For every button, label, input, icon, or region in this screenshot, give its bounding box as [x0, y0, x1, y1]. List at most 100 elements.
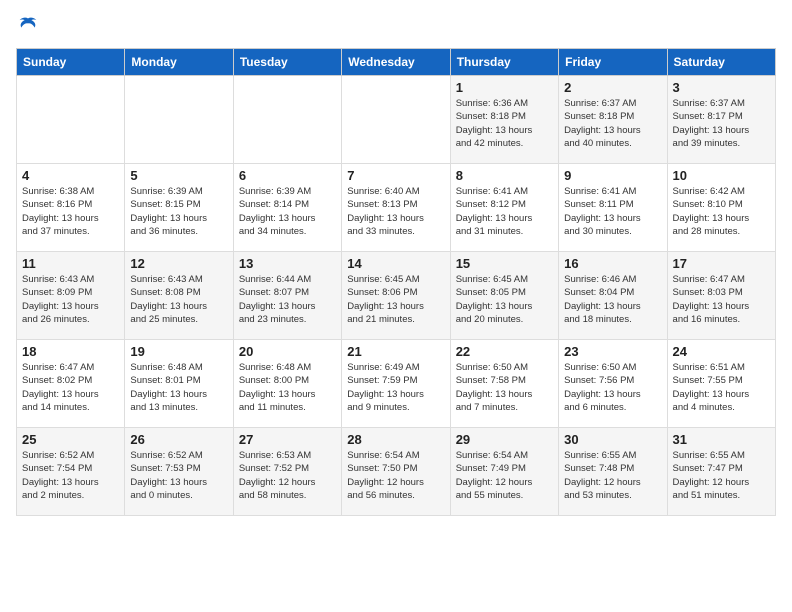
day-cell-6: 6 Sunrise: 6:39 AM Sunset: 8:14 PM Daylig… — [233, 164, 341, 252]
empty-cell — [125, 76, 233, 164]
day-cell-27: 27Sunrise: 6:53 AM Sunset: 7:52 PM Dayli… — [233, 428, 341, 516]
week-row-4: 18 Sunrise: 6:47 AM Sunset: 8:02 PM Dayli… — [17, 340, 776, 428]
day-cell-14: 14 Sunrise: 6:45 AM Sunset: 8:06 PM Dayli… — [342, 252, 450, 340]
day-cell-12: 12 Sunrise: 6:43 AM Sunset: 8:08 PM Dayli… — [125, 252, 233, 340]
day-info: Sunrise: 6:51 AM Sunset: 7:55 PM Dayligh… — [673, 361, 770, 414]
day-info: Sunrise: 6:41 AM Sunset: 8:11 PM Dayligh… — [564, 185, 661, 238]
day-number: 30 — [564, 432, 661, 447]
day-cell-4: 4 Sunrise: 6:38 AM Sunset: 8:16 PM Daylig… — [17, 164, 125, 252]
day-number: 28 — [347, 432, 444, 447]
day-info: Sunrise: 6:45 AM Sunset: 8:06 PM Dayligh… — [347, 273, 444, 326]
day-number: 19 — [130, 344, 227, 359]
day-number: 25 — [22, 432, 119, 447]
day-cell-5: 5 Sunrise: 6:39 AM Sunset: 8:15 PM Daylig… — [125, 164, 233, 252]
day-cell-3: 3 Sunrise: 6:37 AM Sunset: 8:17 PM Daylig… — [667, 76, 775, 164]
day-number: 16 — [564, 256, 661, 271]
day-cell-28: 28 Sunrise: 6:54 AM Sunset: 7:50 PM Dayli… — [342, 428, 450, 516]
day-cell-31: 31 Sunrise: 6:55 AM Sunset: 7:47 PM Dayli… — [667, 428, 775, 516]
day-number: 21 — [347, 344, 444, 359]
day-info: Sunrise: 6:47 AM Sunset: 8:02 PM Dayligh… — [22, 361, 119, 414]
day-number: 1 — [456, 80, 553, 95]
day-cell-16: 16 Sunrise: 6:46 AM Sunset: 8:04 PM Dayli… — [559, 252, 667, 340]
day-number: 15 — [456, 256, 553, 271]
day-info: Sunrise: 6:36 AM Sunset: 8:18 PM Dayligh… — [456, 97, 553, 150]
day-number: 24 — [673, 344, 770, 359]
header — [16, 16, 776, 36]
day-info: Sunrise: 6:39 AM Sunset: 8:15 PM Dayligh… — [130, 185, 227, 238]
day-number: 11 — [22, 256, 119, 271]
day-number: 12 — [130, 256, 227, 271]
empty-cell — [17, 76, 125, 164]
logo-bird-icon — [18, 16, 38, 36]
day-number: 18 — [22, 344, 119, 359]
day-info: Sunrise: 6:55 AM Sunset: 7:47 PM Dayligh… — [673, 449, 770, 502]
day-cell-29: 29 Sunrise: 6:54 AM Sunset: 7:49 PM Dayli… — [450, 428, 558, 516]
day-header-monday: Monday — [125, 49, 233, 76]
day-number: 13 — [239, 256, 336, 271]
week-row-3: 11 Sunrise: 6:43 AM Sunset: 8:09 PM Dayli… — [17, 252, 776, 340]
day-number: 5 — [130, 168, 227, 183]
header-row: SundayMondayTuesdayWednesdayThursdayFrid… — [17, 49, 776, 76]
day-info: Sunrise: 6:44 AM Sunset: 8:07 PM Dayligh… — [239, 273, 336, 326]
day-number: 20 — [239, 344, 336, 359]
calendar-table: SundayMondayTuesdayWednesdayThursdayFrid… — [16, 48, 776, 516]
day-info: Sunrise: 6:52 AM Sunset: 7:54 PM Dayligh… — [22, 449, 119, 502]
day-info: Sunrise: 6:37 AM Sunset: 8:18 PM Dayligh… — [564, 97, 661, 150]
week-row-1: 1 Sunrise: 6:36 AM Sunset: 8:18 PM Daylig… — [17, 76, 776, 164]
week-row-5: 25 Sunrise: 6:52 AM Sunset: 7:54 PM Dayli… — [17, 428, 776, 516]
day-cell-8: 8 Sunrise: 6:41 AM Sunset: 8:12 PM Daylig… — [450, 164, 558, 252]
day-cell-18: 18 Sunrise: 6:47 AM Sunset: 8:02 PM Dayli… — [17, 340, 125, 428]
day-number: 29 — [456, 432, 553, 447]
day-cell-13: 13 Sunrise: 6:44 AM Sunset: 8:07 PM Dayli… — [233, 252, 341, 340]
day-info: Sunrise: 6:53 AM Sunset: 7:52 PM Dayligh… — [239, 449, 336, 502]
day-cell-11: 11 Sunrise: 6:43 AM Sunset: 8:09 PM Dayli… — [17, 252, 125, 340]
day-info: Sunrise: 6:43 AM Sunset: 8:09 PM Dayligh… — [22, 273, 119, 326]
logo — [16, 16, 38, 36]
day-header-wednesday: Wednesday — [342, 49, 450, 76]
day-cell-22: 22Sunrise: 6:50 AM Sunset: 7:58 PM Dayli… — [450, 340, 558, 428]
day-cell-20: 20Sunrise: 6:48 AM Sunset: 8:00 PM Dayli… — [233, 340, 341, 428]
day-info: Sunrise: 6:50 AM Sunset: 7:56 PM Dayligh… — [564, 361, 661, 414]
day-cell-2: 2Sunrise: 6:37 AM Sunset: 8:18 PM Daylig… — [559, 76, 667, 164]
day-info: Sunrise: 6:52 AM Sunset: 7:53 PM Dayligh… — [130, 449, 227, 502]
day-info: Sunrise: 6:41 AM Sunset: 8:12 PM Dayligh… — [456, 185, 553, 238]
day-cell-25: 25 Sunrise: 6:52 AM Sunset: 7:54 PM Dayli… — [17, 428, 125, 516]
day-number: 14 — [347, 256, 444, 271]
day-number: 4 — [22, 168, 119, 183]
day-number: 8 — [456, 168, 553, 183]
day-header-saturday: Saturday — [667, 49, 775, 76]
day-cell-30: 30 Sunrise: 6:55 AM Sunset: 7:48 PM Dayli… — [559, 428, 667, 516]
day-number: 23 — [564, 344, 661, 359]
day-info: Sunrise: 6:40 AM Sunset: 8:13 PM Dayligh… — [347, 185, 444, 238]
day-info: Sunrise: 6:38 AM Sunset: 8:16 PM Dayligh… — [22, 185, 119, 238]
day-info: Sunrise: 6:48 AM Sunset: 8:01 PM Dayligh… — [130, 361, 227, 414]
day-number: 31 — [673, 432, 770, 447]
day-cell-21: 21Sunrise: 6:49 AM Sunset: 7:59 PM Dayli… — [342, 340, 450, 428]
day-info: Sunrise: 6:55 AM Sunset: 7:48 PM Dayligh… — [564, 449, 661, 502]
day-info: Sunrise: 6:54 AM Sunset: 7:50 PM Dayligh… — [347, 449, 444, 502]
day-cell-26: 26 Sunrise: 6:52 AM Sunset: 7:53 PM Dayli… — [125, 428, 233, 516]
day-info: Sunrise: 6:42 AM Sunset: 8:10 PM Dayligh… — [673, 185, 770, 238]
day-cell-9: 9 Sunrise: 6:41 AM Sunset: 8:11 PM Daylig… — [559, 164, 667, 252]
day-number: 9 — [564, 168, 661, 183]
day-number: 17 — [673, 256, 770, 271]
day-info: Sunrise: 6:54 AM Sunset: 7:49 PM Dayligh… — [456, 449, 553, 502]
day-header-friday: Friday — [559, 49, 667, 76]
day-info: Sunrise: 6:47 AM Sunset: 8:03 PM Dayligh… — [673, 273, 770, 326]
day-cell-15: 15Sunrise: 6:45 AM Sunset: 8:05 PM Dayli… — [450, 252, 558, 340]
day-number: 26 — [130, 432, 227, 447]
day-header-tuesday: Tuesday — [233, 49, 341, 76]
day-info: Sunrise: 6:46 AM Sunset: 8:04 PM Dayligh… — [564, 273, 661, 326]
day-cell-10: 10 Sunrise: 6:42 AM Sunset: 8:10 PM Dayli… — [667, 164, 775, 252]
day-number: 10 — [673, 168, 770, 183]
week-row-2: 4 Sunrise: 6:38 AM Sunset: 8:16 PM Daylig… — [17, 164, 776, 252]
day-number: 7 — [347, 168, 444, 183]
day-number: 6 — [239, 168, 336, 183]
day-info: Sunrise: 6:43 AM Sunset: 8:08 PM Dayligh… — [130, 273, 227, 326]
day-info: Sunrise: 6:50 AM Sunset: 7:58 PM Dayligh… — [456, 361, 553, 414]
day-info: Sunrise: 6:37 AM Sunset: 8:17 PM Dayligh… — [673, 97, 770, 150]
day-cell-19: 19 Sunrise: 6:48 AM Sunset: 8:01 PM Dayli… — [125, 340, 233, 428]
day-info: Sunrise: 6:39 AM Sunset: 8:14 PM Dayligh… — [239, 185, 336, 238]
day-number: 3 — [673, 80, 770, 95]
day-cell-24: 24 Sunrise: 6:51 AM Sunset: 7:55 PM Dayli… — [667, 340, 775, 428]
